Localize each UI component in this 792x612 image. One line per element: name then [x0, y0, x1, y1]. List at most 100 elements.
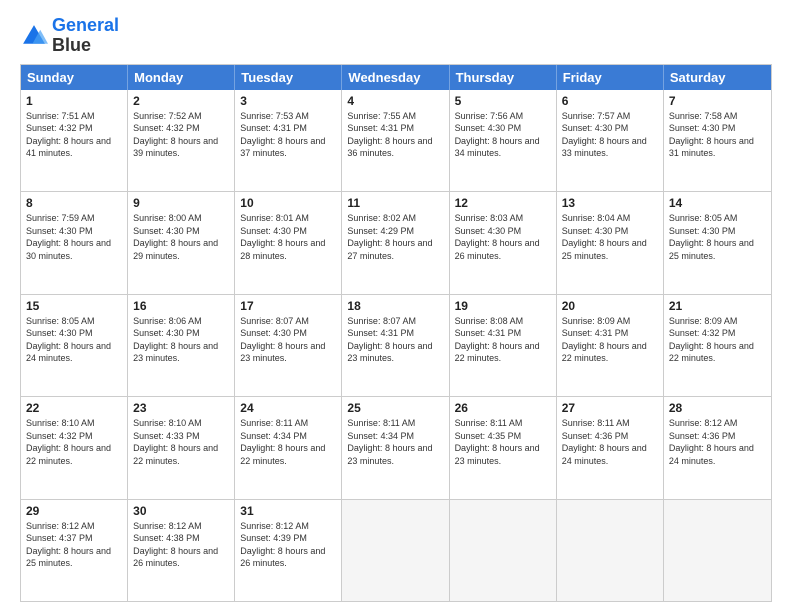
calendar-cell-10: 10 Sunrise: 8:01 AM Sunset: 4:30 PM Dayl… [235, 192, 342, 293]
calendar-cell-empty [450, 500, 557, 601]
logo-text: General Blue [52, 16, 119, 56]
calendar-header: SundayMondayTuesdayWednesdayThursdayFrid… [21, 65, 771, 90]
day-number: 5 [455, 94, 551, 108]
page: General Blue SundayMondayTuesdayWednesda… [0, 0, 792, 612]
cell-info: Sunrise: 7:57 AM Sunset: 4:30 PM Dayligh… [562, 110, 658, 160]
day-number: 1 [26, 94, 122, 108]
day-number: 12 [455, 196, 551, 210]
day-number: 4 [347, 94, 443, 108]
calendar-cell-9: 9 Sunrise: 8:00 AM Sunset: 4:30 PM Dayli… [128, 192, 235, 293]
calendar-cell-5: 5 Sunrise: 7:56 AM Sunset: 4:30 PM Dayli… [450, 90, 557, 191]
calendar-cell-4: 4 Sunrise: 7:55 AM Sunset: 4:31 PM Dayli… [342, 90, 449, 191]
calendar-cell-18: 18 Sunrise: 8:07 AM Sunset: 4:31 PM Dayl… [342, 295, 449, 396]
calendar-cell-17: 17 Sunrise: 8:07 AM Sunset: 4:30 PM Dayl… [235, 295, 342, 396]
cell-info: Sunrise: 8:11 AM Sunset: 4:34 PM Dayligh… [347, 417, 443, 467]
day-number: 19 [455, 299, 551, 313]
day-number: 28 [669, 401, 766, 415]
day-number: 2 [133, 94, 229, 108]
cell-info: Sunrise: 8:11 AM Sunset: 4:35 PM Dayligh… [455, 417, 551, 467]
day-number: 11 [347, 196, 443, 210]
calendar-cell-24: 24 Sunrise: 8:11 AM Sunset: 4:34 PM Dayl… [235, 397, 342, 498]
header-day-saturday: Saturday [664, 65, 771, 90]
day-number: 18 [347, 299, 443, 313]
calendar-cell-22: 22 Sunrise: 8:10 AM Sunset: 4:32 PM Dayl… [21, 397, 128, 498]
header-day-sunday: Sunday [21, 65, 128, 90]
calendar-cell-empty [342, 500, 449, 601]
header-day-wednesday: Wednesday [342, 65, 449, 90]
cell-info: Sunrise: 7:59 AM Sunset: 4:30 PM Dayligh… [26, 212, 122, 262]
cell-info: Sunrise: 8:12 AM Sunset: 4:36 PM Dayligh… [669, 417, 766, 467]
calendar-cell-empty [557, 500, 664, 601]
calendar-cell-14: 14 Sunrise: 8:05 AM Sunset: 4:30 PM Dayl… [664, 192, 771, 293]
day-number: 23 [133, 401, 229, 415]
cell-info: Sunrise: 8:12 AM Sunset: 4:39 PM Dayligh… [240, 520, 336, 570]
day-number: 17 [240, 299, 336, 313]
day-number: 31 [240, 504, 336, 518]
cell-info: Sunrise: 8:11 AM Sunset: 4:34 PM Dayligh… [240, 417, 336, 467]
cell-info: Sunrise: 7:53 AM Sunset: 4:31 PM Dayligh… [240, 110, 336, 160]
header-day-monday: Monday [128, 65, 235, 90]
cell-info: Sunrise: 8:07 AM Sunset: 4:30 PM Dayligh… [240, 315, 336, 365]
cell-info: Sunrise: 7:55 AM Sunset: 4:31 PM Dayligh… [347, 110, 443, 160]
cell-info: Sunrise: 8:00 AM Sunset: 4:30 PM Dayligh… [133, 212, 229, 262]
logo-icon [20, 22, 48, 50]
calendar-week-2: 8 Sunrise: 7:59 AM Sunset: 4:30 PM Dayli… [21, 191, 771, 293]
header-day-tuesday: Tuesday [235, 65, 342, 90]
day-number: 22 [26, 401, 122, 415]
cell-info: Sunrise: 8:09 AM Sunset: 4:32 PM Dayligh… [669, 315, 766, 365]
day-number: 21 [669, 299, 766, 313]
cell-info: Sunrise: 7:58 AM Sunset: 4:30 PM Dayligh… [669, 110, 766, 160]
calendar-cell-15: 15 Sunrise: 8:05 AM Sunset: 4:30 PM Dayl… [21, 295, 128, 396]
calendar-cell-23: 23 Sunrise: 8:10 AM Sunset: 4:33 PM Dayl… [128, 397, 235, 498]
calendar-cell-30: 30 Sunrise: 8:12 AM Sunset: 4:38 PM Dayl… [128, 500, 235, 601]
calendar: SundayMondayTuesdayWednesdayThursdayFrid… [20, 64, 772, 602]
calendar-cell-6: 6 Sunrise: 7:57 AM Sunset: 4:30 PM Dayli… [557, 90, 664, 191]
calendar-week-3: 15 Sunrise: 8:05 AM Sunset: 4:30 PM Dayl… [21, 294, 771, 396]
day-number: 3 [240, 94, 336, 108]
cell-info: Sunrise: 8:07 AM Sunset: 4:31 PM Dayligh… [347, 315, 443, 365]
calendar-cell-25: 25 Sunrise: 8:11 AM Sunset: 4:34 PM Dayl… [342, 397, 449, 498]
cell-info: Sunrise: 8:12 AM Sunset: 4:37 PM Dayligh… [26, 520, 122, 570]
calendar-cell-28: 28 Sunrise: 8:12 AM Sunset: 4:36 PM Dayl… [664, 397, 771, 498]
calendar-cell-21: 21 Sunrise: 8:09 AM Sunset: 4:32 PM Dayl… [664, 295, 771, 396]
day-number: 26 [455, 401, 551, 415]
calendar-cell-8: 8 Sunrise: 7:59 AM Sunset: 4:30 PM Dayli… [21, 192, 128, 293]
cell-info: Sunrise: 8:03 AM Sunset: 4:30 PM Dayligh… [455, 212, 551, 262]
day-number: 7 [669, 94, 766, 108]
cell-info: Sunrise: 8:09 AM Sunset: 4:31 PM Dayligh… [562, 315, 658, 365]
day-number: 24 [240, 401, 336, 415]
cell-info: Sunrise: 7:51 AM Sunset: 4:32 PM Dayligh… [26, 110, 122, 160]
cell-info: Sunrise: 8:11 AM Sunset: 4:36 PM Dayligh… [562, 417, 658, 467]
cell-info: Sunrise: 8:02 AM Sunset: 4:29 PM Dayligh… [347, 212, 443, 262]
cell-info: Sunrise: 8:05 AM Sunset: 4:30 PM Dayligh… [669, 212, 766, 262]
day-number: 9 [133, 196, 229, 210]
calendar-week-5: 29 Sunrise: 8:12 AM Sunset: 4:37 PM Dayl… [21, 499, 771, 601]
calendar-cell-13: 13 Sunrise: 8:04 AM Sunset: 4:30 PM Dayl… [557, 192, 664, 293]
header: General Blue [20, 16, 772, 56]
header-day-friday: Friday [557, 65, 664, 90]
day-number: 25 [347, 401, 443, 415]
logo: General Blue [20, 16, 119, 56]
calendar-cell-26: 26 Sunrise: 8:11 AM Sunset: 4:35 PM Dayl… [450, 397, 557, 498]
day-number: 8 [26, 196, 122, 210]
calendar-cell-12: 12 Sunrise: 8:03 AM Sunset: 4:30 PM Dayl… [450, 192, 557, 293]
calendar-cell-3: 3 Sunrise: 7:53 AM Sunset: 4:31 PM Dayli… [235, 90, 342, 191]
calendar-body: 1 Sunrise: 7:51 AM Sunset: 4:32 PM Dayli… [21, 90, 771, 601]
cell-info: Sunrise: 8:12 AM Sunset: 4:38 PM Dayligh… [133, 520, 229, 570]
cell-info: Sunrise: 7:56 AM Sunset: 4:30 PM Dayligh… [455, 110, 551, 160]
day-number: 6 [562, 94, 658, 108]
cell-info: Sunrise: 8:04 AM Sunset: 4:30 PM Dayligh… [562, 212, 658, 262]
calendar-cell-empty [664, 500, 771, 601]
calendar-cell-27: 27 Sunrise: 8:11 AM Sunset: 4:36 PM Dayl… [557, 397, 664, 498]
calendar-cell-7: 7 Sunrise: 7:58 AM Sunset: 4:30 PM Dayli… [664, 90, 771, 191]
day-number: 29 [26, 504, 122, 518]
cell-info: Sunrise: 8:01 AM Sunset: 4:30 PM Dayligh… [240, 212, 336, 262]
calendar-week-1: 1 Sunrise: 7:51 AM Sunset: 4:32 PM Dayli… [21, 90, 771, 191]
calendar-cell-1: 1 Sunrise: 7:51 AM Sunset: 4:32 PM Dayli… [21, 90, 128, 191]
cell-info: Sunrise: 8:05 AM Sunset: 4:30 PM Dayligh… [26, 315, 122, 365]
cell-info: Sunrise: 8:10 AM Sunset: 4:32 PM Dayligh… [26, 417, 122, 467]
header-day-thursday: Thursday [450, 65, 557, 90]
calendar-week-4: 22 Sunrise: 8:10 AM Sunset: 4:32 PM Dayl… [21, 396, 771, 498]
calendar-cell-19: 19 Sunrise: 8:08 AM Sunset: 4:31 PM Dayl… [450, 295, 557, 396]
cell-info: Sunrise: 8:06 AM Sunset: 4:30 PM Dayligh… [133, 315, 229, 365]
